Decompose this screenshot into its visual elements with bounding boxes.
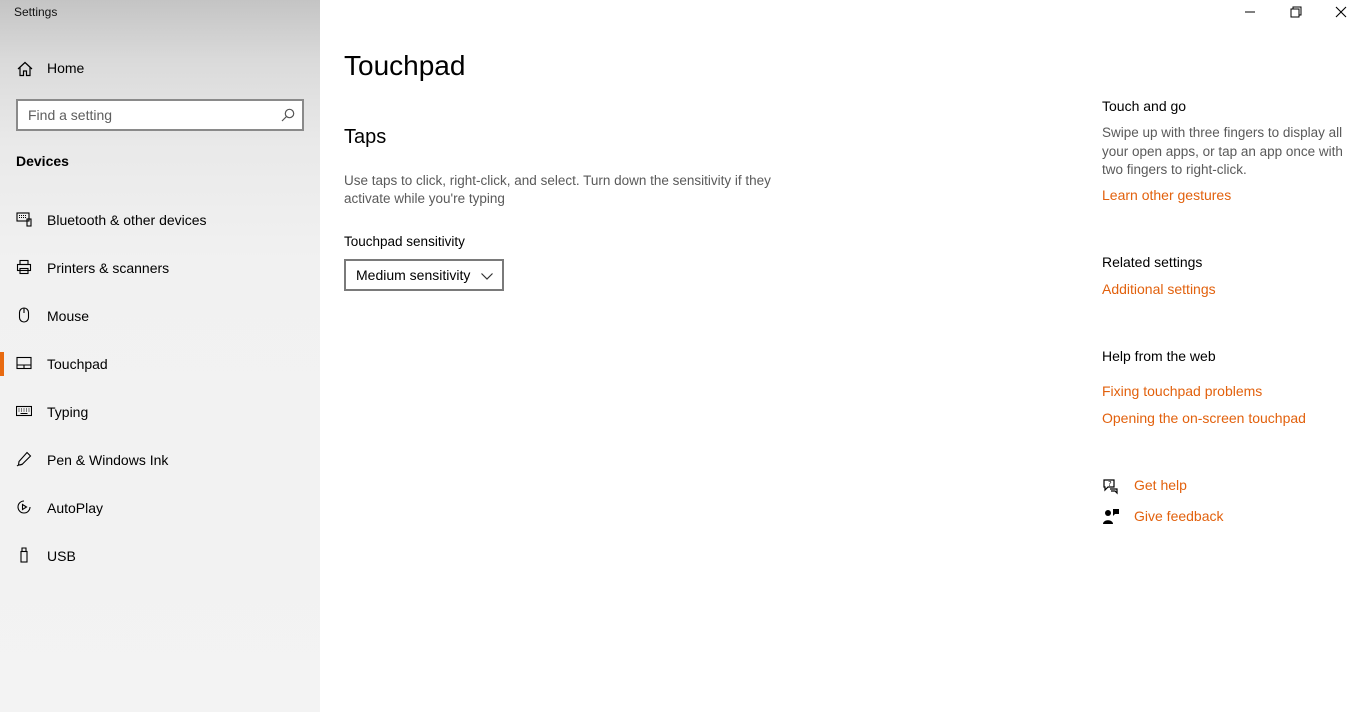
chevron-down-icon xyxy=(480,269,494,283)
sidebar-item-label: Printers & scanners xyxy=(47,260,170,276)
sidebar-item-autoplay[interactable]: AutoPlay xyxy=(0,488,320,536)
search-icon[interactable] xyxy=(280,107,296,123)
sidebar: Settings Home Devices xyxy=(0,0,320,712)
sensitivity-dropdown[interactable]: Medium sensitivity xyxy=(344,259,504,291)
give-feedback-label: Give feedback xyxy=(1134,508,1224,524)
opening-onscreen-touchpad-link[interactable]: Opening the on-screen touchpad xyxy=(1102,410,1306,426)
sidebar-item-label: AutoPlay xyxy=(47,500,104,516)
sidebar-item-label: Pen & Windows Ink xyxy=(47,452,169,468)
page-title: Touchpad xyxy=(344,50,466,81)
additional-settings-link[interactable]: Additional settings xyxy=(1102,281,1216,297)
sensitivity-value: Medium sensitivity xyxy=(356,267,471,283)
settings-window: Settings Home Devices xyxy=(0,0,1364,712)
restore-button[interactable] xyxy=(1273,0,1319,24)
autoplay-icon xyxy=(16,499,32,515)
touch-and-go-heading: Touch and go xyxy=(1102,98,1187,114)
home-label: Home xyxy=(47,60,85,76)
sidebar-item-label: Typing xyxy=(47,404,89,420)
sidebar-item-bluetooth[interactable]: Bluetooth & other devices xyxy=(0,200,320,248)
sidebar-item-label: Touchpad xyxy=(47,356,108,372)
usb-icon xyxy=(16,547,32,563)
home-icon xyxy=(16,60,34,78)
restore-icon xyxy=(1290,6,1302,18)
svg-text:?: ? xyxy=(1108,480,1112,488)
keyboard-icon xyxy=(15,403,33,419)
get-help-label: Get help xyxy=(1134,477,1187,493)
section-heading-devices: Devices xyxy=(16,153,69,169)
printer-icon xyxy=(16,259,32,275)
search-box xyxy=(16,99,304,131)
touch-and-go-text: Swipe up with three fingers to display a… xyxy=(1102,125,1343,177)
get-help-icon: ? xyxy=(1102,477,1120,495)
sidebar-item-touchpad[interactable]: Touchpad xyxy=(0,344,320,392)
sidebar-item-label: USB xyxy=(47,548,76,564)
close-icon xyxy=(1335,6,1347,18)
sidebar-item-typing[interactable]: Typing xyxy=(0,392,320,440)
touchpad-icon xyxy=(16,355,32,371)
close-button[interactable] xyxy=(1318,0,1364,24)
sidebar-item-mouse[interactable]: Mouse xyxy=(0,296,320,344)
mouse-icon xyxy=(16,307,32,323)
bluetooth-devices-icon xyxy=(16,211,32,227)
search-input[interactable] xyxy=(18,101,268,129)
sidebar-item-label: Bluetooth & other devices xyxy=(47,212,207,228)
pen-icon xyxy=(16,451,32,467)
minimize-button[interactable] xyxy=(1227,0,1273,24)
fixing-touchpad-problems-link[interactable]: Fixing touchpad problems xyxy=(1102,383,1262,399)
help-from-web-heading: Help from the web xyxy=(1102,348,1216,364)
taps-description: Use taps to click, right-click, and sele… xyxy=(344,173,771,206)
minimize-icon xyxy=(1245,11,1255,13)
sensitivity-label: Touchpad sensitivity xyxy=(344,234,465,249)
sidebar-item-pen[interactable]: Pen & Windows Ink xyxy=(0,440,320,488)
taps-heading: Taps xyxy=(344,126,387,148)
sidebar-item-usb[interactable]: USB xyxy=(0,536,320,584)
home-nav-item[interactable]: Home xyxy=(0,52,320,84)
sidebar-nav: Bluetooth & other devices Printers & sca… xyxy=(0,200,320,584)
give-feedback-icon xyxy=(1102,508,1120,526)
learn-other-gestures-link[interactable]: Learn other gestures xyxy=(1102,187,1231,203)
app-title: Settings xyxy=(14,5,58,19)
sidebar-item-printers[interactable]: Printers & scanners xyxy=(0,248,320,296)
main-content: Touchpad Taps Use taps to click, right-c… xyxy=(320,0,1364,712)
sidebar-item-label: Mouse xyxy=(47,308,90,324)
related-settings-heading: Related settings xyxy=(1102,254,1203,270)
